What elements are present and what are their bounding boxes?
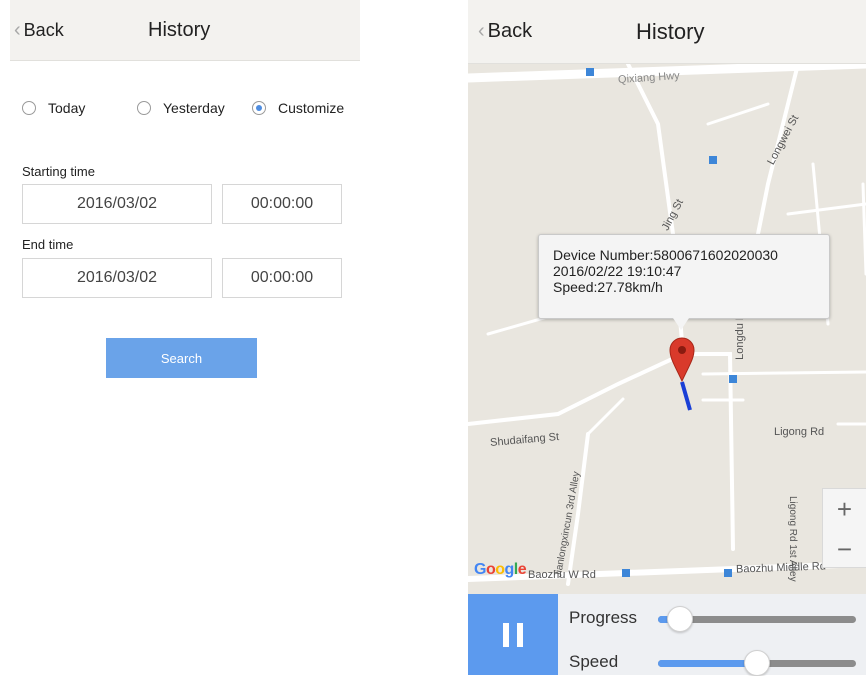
device-speed: Speed:27.78km/h xyxy=(553,279,663,295)
device-number: Device Number:5800671602020030 xyxy=(553,247,778,263)
speed-fill xyxy=(658,660,757,667)
start-date-field[interactable]: 2016/03/02 xyxy=(22,184,212,224)
google-logo: Google xyxy=(474,561,527,578)
progress-thumb[interactable] xyxy=(666,606,693,632)
playback-controls: Progress Speed xyxy=(468,594,866,676)
progress-label: Progress xyxy=(569,608,638,627)
zoom-controls: + − xyxy=(822,488,866,568)
history-filter-screen: ‹ Back History Today Yesterday Customize… xyxy=(10,0,360,675)
progress-slider[interactable] xyxy=(658,606,856,632)
radio-circle-icon xyxy=(137,101,151,115)
chevron-left-icon: ‹ xyxy=(14,18,21,41)
end-date-field[interactable]: 2016/03/02 xyxy=(22,258,212,298)
back-label: Back xyxy=(487,20,533,42)
radio-label: Customize xyxy=(278,100,345,116)
page-title: History xyxy=(636,18,705,44)
speed-thumb[interactable] xyxy=(744,650,770,676)
history-playback-screen: ‹ Back History Qixiang Hwy Longwei St Ji… xyxy=(468,0,866,676)
page-title: History xyxy=(148,18,211,41)
radio-yesterday[interactable]: Yesterday xyxy=(137,100,252,116)
device-datetime: 2016/02/22 19:10:47 xyxy=(553,263,682,279)
end-time-field[interactable]: 00:00:00 xyxy=(222,258,342,298)
header-bar: ‹ Back History xyxy=(10,0,360,61)
map-view[interactable]: Qixiang Hwy Longwei St Jing St Longdu R … xyxy=(468,64,866,594)
radio-label: Today xyxy=(48,100,86,116)
pause-icon-bar xyxy=(517,622,523,647)
street-label: Ligong Rd xyxy=(774,426,825,438)
zoom-out-button[interactable]: − xyxy=(823,529,866,569)
back-label: Back xyxy=(23,19,64,40)
date-range-options: Today Yesterday Customize xyxy=(22,100,360,116)
map-streets xyxy=(468,64,866,586)
back-button[interactable]: ‹ Back xyxy=(14,0,64,60)
pause-icon xyxy=(503,622,509,647)
end-time-label: End time xyxy=(22,237,74,252)
location-pin-icon xyxy=(669,337,695,383)
search-button[interactable]: Search xyxy=(106,338,257,378)
radio-customize[interactable]: Customize xyxy=(252,100,344,116)
speed-slider[interactable] xyxy=(658,650,856,676)
radio-today[interactable]: Today xyxy=(22,100,137,116)
device-info-popup[interactable]: Device Number:5800671602020030 2016/02/2… xyxy=(538,234,830,319)
street-label: Baozhu W Rd xyxy=(528,569,596,581)
back-button[interactable]: ‹ Back xyxy=(478,0,532,63)
chevron-left-icon: ‹ xyxy=(478,20,485,42)
pause-button[interactable] xyxy=(468,594,558,675)
route-line xyxy=(680,381,692,411)
radio-circle-icon xyxy=(22,101,36,115)
radio-label: Yesterday xyxy=(163,100,225,116)
start-time-label: Starting time xyxy=(22,164,95,179)
street-label: Longdu R xyxy=(733,312,746,360)
radio-selected-icon xyxy=(252,101,266,115)
speed-label: Speed xyxy=(569,652,619,671)
start-time-field[interactable]: 00:00:00 xyxy=(222,184,342,224)
header-bar: ‹ Back History xyxy=(468,0,866,64)
popup-pointer xyxy=(673,318,689,330)
zoom-in-button[interactable]: + xyxy=(823,489,866,529)
